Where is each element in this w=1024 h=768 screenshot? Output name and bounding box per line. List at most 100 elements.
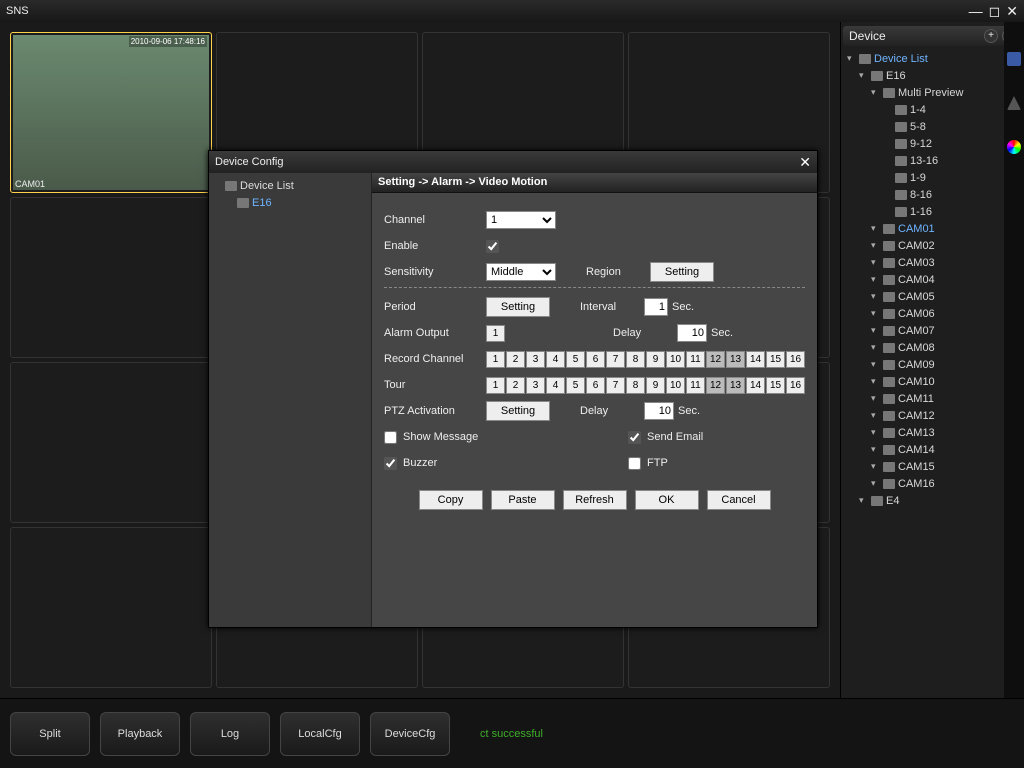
ftp-checkbox[interactable] <box>628 457 641 470</box>
tree-multi-preview[interactable]: ▾Multi Preview <box>847 84 1022 101</box>
channel-toggle-12[interactable]: 12 <box>706 377 725 394</box>
channel-toggle-7[interactable]: 7 <box>606 351 625 368</box>
log-button[interactable]: Log <box>190 712 270 756</box>
grid-icon[interactable] <box>1007 52 1021 66</box>
tree-cam[interactable]: ▾CAM13 <box>847 424 1022 441</box>
video-cell[interactable] <box>10 527 212 688</box>
channel-toggle-11[interactable]: 11 <box>686 351 705 368</box>
ok-button[interactable]: OK <box>635 490 699 510</box>
tree-cam[interactable]: ▾CAM07 <box>847 322 1022 339</box>
tree-cam[interactable]: ▾CAM15 <box>847 458 1022 475</box>
dialog-close-icon[interactable]: ✕ <box>799 154 811 171</box>
video-cell[interactable] <box>10 362 212 523</box>
channel-toggle-15[interactable]: 15 <box>766 351 785 368</box>
minimize-icon[interactable]: — <box>969 3 983 20</box>
channel-toggle-14[interactable]: 14 <box>746 377 765 394</box>
channel-toggle-4[interactable]: 4 <box>546 351 565 368</box>
delay1-input[interactable] <box>677 324 707 342</box>
localcfg-button[interactable]: LocalCfg <box>280 712 360 756</box>
close-icon[interactable]: ✕ <box>1006 3 1018 20</box>
tree-cam[interactable]: ▾CAM03 <box>847 254 1022 271</box>
paste-button[interactable]: Paste <box>491 490 555 510</box>
alarm-output-1[interactable]: 1 <box>486 325 505 342</box>
tree-cam[interactable]: ▾CAM01 <box>847 220 1022 237</box>
refresh-button[interactable]: Refresh <box>563 490 627 510</box>
tree-range[interactable]: 1-16 <box>847 203 1022 220</box>
devicecfg-button[interactable]: DeviceCfg <box>370 712 450 756</box>
delay2-input[interactable] <box>644 402 674 420</box>
tree-cam[interactable]: ▾CAM09 <box>847 356 1022 373</box>
channel-toggle-9[interactable]: 9 <box>646 377 665 394</box>
dialog-tree-device[interactable]: E16 <box>213 194 367 211</box>
channel-toggle-6[interactable]: 6 <box>586 377 605 394</box>
sensitivity-select[interactable]: Middle <box>486 263 556 281</box>
split-button[interactable]: Split <box>10 712 90 756</box>
channel-toggle-7[interactable]: 7 <box>606 377 625 394</box>
tree-cam[interactable]: ▾CAM10 <box>847 373 1022 390</box>
channel-toggle-2[interactable]: 2 <box>506 351 525 368</box>
playback-button[interactable]: Playback <box>100 712 180 756</box>
device-add-icon[interactable]: + <box>984 29 998 43</box>
tree-range[interactable]: 1-4 <box>847 101 1022 118</box>
channel-toggle-10[interactable]: 10 <box>666 351 685 368</box>
channel-toggle-9[interactable]: 9 <box>646 351 665 368</box>
ptz-setting-button[interactable]: Setting <box>486 401 550 421</box>
tree-cam[interactable]: ▾CAM05 <box>847 288 1022 305</box>
tree-range[interactable]: 8-16 <box>847 186 1022 203</box>
tree-range[interactable]: 1-9 <box>847 169 1022 186</box>
channel-toggle-1[interactable]: 1 <box>486 351 505 368</box>
enable-checkbox[interactable] <box>486 240 499 253</box>
channel-toggle-12[interactable]: 12 <box>706 351 725 368</box>
channel-toggle-16[interactable]: 16 <box>786 351 805 368</box>
tree-cam[interactable]: ▾CAM11 <box>847 390 1022 407</box>
channel-toggle-1[interactable]: 1 <box>486 377 505 394</box>
device-tree: ▾Device List▾E16▾Multi Preview1-45-89-12… <box>843 46 1022 509</box>
device-icon <box>237 198 249 208</box>
tree-device[interactable]: ▾E4 <box>847 492 1022 509</box>
channel-toggle-13[interactable]: 13 <box>726 377 745 394</box>
channel-toggle-13[interactable]: 13 <box>726 351 745 368</box>
channel-toggle-2[interactable]: 2 <box>506 377 525 394</box>
channel-select[interactable]: 1 <box>486 211 556 229</box>
channel-toggle-14[interactable]: 14 <box>746 351 765 368</box>
tree-cam[interactable]: ▾CAM12 <box>847 407 1022 424</box>
channel-toggle-11[interactable]: 11 <box>686 377 705 394</box>
channel-toggle-5[interactable]: 5 <box>566 351 585 368</box>
tree-cam[interactable]: ▾CAM04 <box>847 271 1022 288</box>
buzzer-checkbox[interactable] <box>384 457 397 470</box>
channel-toggle-15[interactable]: 15 <box>766 377 785 394</box>
maximize-icon[interactable]: ◻ <box>989 3 1001 20</box>
tree-cam[interactable]: ▾CAM08 <box>847 339 1022 356</box>
channel-toggle-16[interactable]: 16 <box>786 377 805 394</box>
channel-toggle-6[interactable]: 6 <box>586 351 605 368</box>
video-cell[interactable] <box>10 197 212 358</box>
tree-cam[interactable]: ▾CAM14 <box>847 441 1022 458</box>
channel-toggle-3[interactable]: 3 <box>526 377 545 394</box>
tree-cam[interactable]: ▾CAM16 <box>847 475 1022 492</box>
tree-root[interactable]: ▾Device List <box>847 50 1022 67</box>
joystick-icon[interactable] <box>1007 96 1021 110</box>
cancel-button[interactable]: Cancel <box>707 490 771 510</box>
period-setting-button[interactable]: Setting <box>486 297 550 317</box>
copy-button[interactable]: Copy <box>419 490 483 510</box>
interval-input[interactable] <box>644 298 668 316</box>
channel-toggle-8[interactable]: 8 <box>626 377 645 394</box>
video-cell-1[interactable]: CAM01 2010-09-06 17:48:16 <box>10 32 212 193</box>
tree-range[interactable]: 9-12 <box>847 135 1022 152</box>
channel-toggle-8[interactable]: 8 <box>626 351 645 368</box>
tree-cam[interactable]: ▾CAM06 <box>847 305 1022 322</box>
tree-device[interactable]: ▾E16 <box>847 67 1022 84</box>
tree-range[interactable]: 5-8 <box>847 118 1022 135</box>
dialog-tree-root[interactable]: Device List <box>213 177 367 194</box>
dialog-titlebar[interactable]: Device Config ✕ <box>209 151 817 173</box>
tree-cam[interactable]: ▾CAM02 <box>847 237 1022 254</box>
palette-icon[interactable] <box>1007 140 1021 154</box>
region-setting-button[interactable]: Setting <box>650 262 714 282</box>
tree-range[interactable]: 13-16 <box>847 152 1022 169</box>
channel-toggle-3[interactable]: 3 <box>526 351 545 368</box>
channel-toggle-5[interactable]: 5 <box>566 377 585 394</box>
channel-toggle-10[interactable]: 10 <box>666 377 685 394</box>
channel-toggle-4[interactable]: 4 <box>546 377 565 394</box>
show-message-checkbox[interactable] <box>384 431 397 444</box>
send-email-checkbox[interactable] <box>628 431 641 444</box>
